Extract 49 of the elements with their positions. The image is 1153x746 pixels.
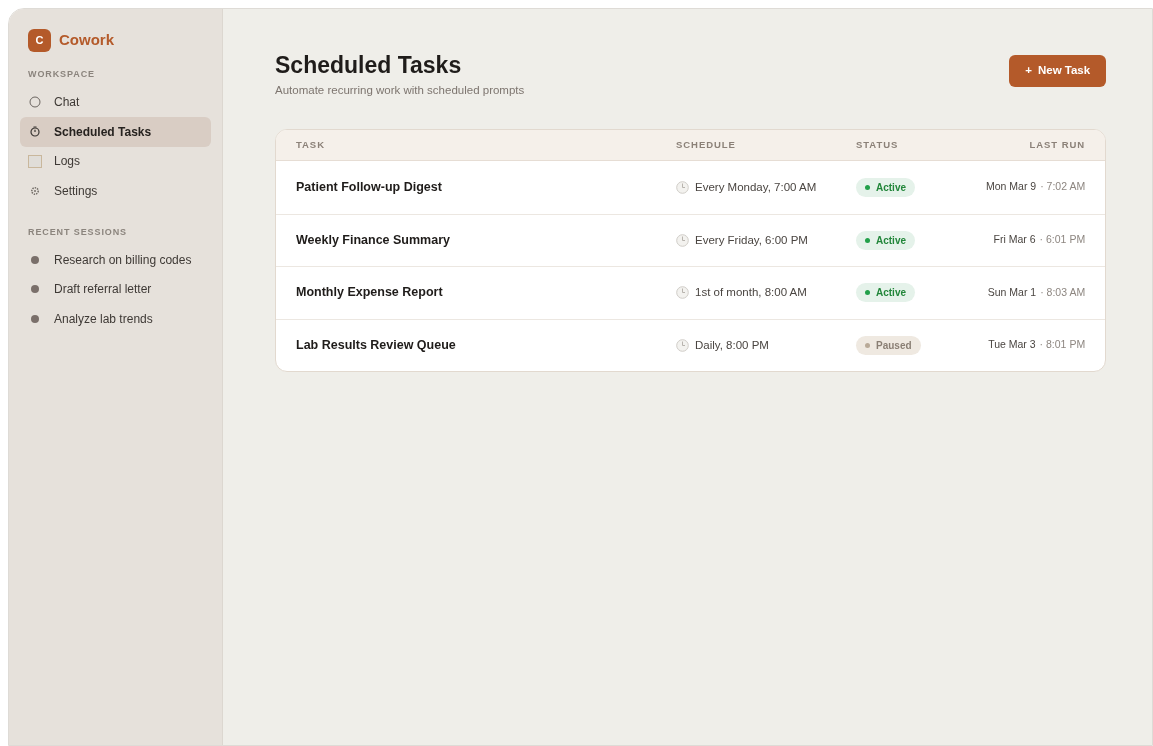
status-badge: Active [856,177,915,197]
column-header: LAST RUN [1029,137,1086,152]
column-header: TASK [296,137,326,152]
logo-icon: C [28,29,51,52]
clock-icon [676,338,689,352]
last-run-time: · 6:01 PM [1039,232,1086,248]
bullet-icon [31,285,39,294]
last-run-time: · 8:03 AM [1040,284,1086,300]
stopwatch-icon [30,126,40,138]
sidebar-item[interactable]: Analyze lab trends [20,304,211,334]
schedule-text: 1st of month, 8:00 AM [695,285,807,301]
task-name: Patient Follow-up Digest [296,178,443,196]
last-run-date: Sun Mar 1 [987,284,1037,300]
status-badge: Paused [856,335,921,355]
last-run-date: Fri Mar 6 [993,232,1036,248]
column-header: SCHEDULE [676,137,737,152]
circle-icon [29,96,41,109]
section-heading: WORKSPACE [27,68,96,81]
last-run-date: Mon Mar 9 [986,179,1037,195]
sidebar-item[interactable]: Chat [20,87,211,117]
sidebar-item[interactable]: Settings [20,176,211,206]
schedule-text: Every Monday, 7:00 AM [695,179,817,195]
clock-icon [676,233,689,247]
page-title: Scheduled Tasks [275,51,463,80]
clock-icon [676,180,689,194]
column-header: STATUS [856,137,900,152]
last-run-date: Tue Mar 3 [988,337,1036,353]
section-heading: RECENT SESSIONS [27,225,129,239]
gear-icon [30,185,40,196]
new-task-button[interactable]: + New Task [1009,55,1107,87]
status-badge: Active [856,283,915,303]
status-badge: Active [856,230,915,250]
bullet-icon [31,255,39,264]
sidebar-item[interactable]: Draft referral letter [20,274,211,304]
clock-icon [676,286,689,300]
sidebar-item[interactable]: Scheduled Tasks [20,117,211,147]
schedule-text: Daily, 8:00 PM [695,337,769,353]
app-name: Cowork [59,30,114,51]
bullet-icon [31,314,39,323]
notepad-icon [28,154,42,168]
last-run-time: · 7:02 AM [1040,179,1086,195]
task-name: Lab Results Review Queue [296,336,457,354]
sidebar-item[interactable]: Logs [20,146,211,176]
task-name: Monthly Expense Report [296,284,444,302]
schedule-text: Every Friday, 6:00 PM [695,232,808,248]
last-run-time: · 8:01 PM [1039,337,1086,353]
sidebar-item[interactable]: Research on billing codes [20,245,211,275]
task-name: Weekly Finance Summary [296,231,451,249]
page-subtitle: Automate recurring work with scheduled prompts [275,82,525,98]
